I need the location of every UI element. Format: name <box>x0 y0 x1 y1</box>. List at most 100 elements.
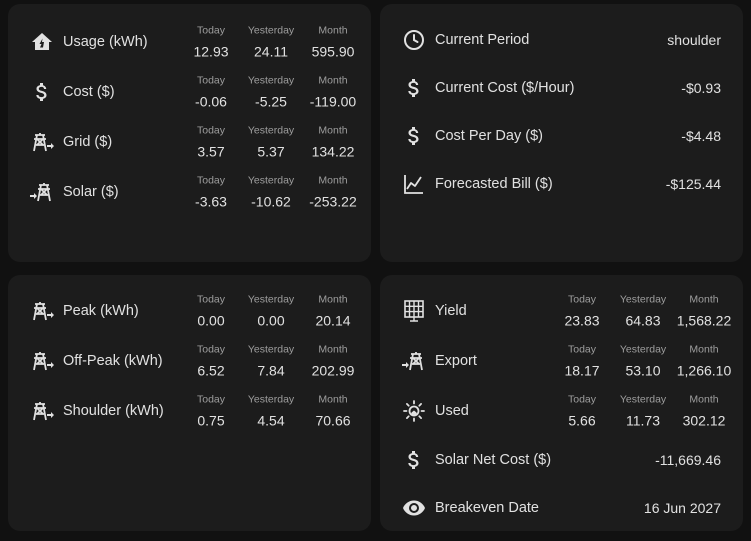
yield-yesterday: 64.83 <box>625 312 661 329</box>
today-header: Today <box>567 293 597 306</box>
usage-label: Usage (kWh) <box>63 34 148 50</box>
usage-yesterday: 24.11 <box>254 43 288 60</box>
grid-yesterday: 5.37 <box>257 143 285 160</box>
yesterday-header: Yesterday <box>247 343 295 356</box>
solar-label: Solar ($) <box>63 184 119 200</box>
forecasted-bill-label: Forecasted Bill ($) <box>435 176 553 192</box>
eye-icon <box>402 496 426 520</box>
breakeven-row[interactable]: Breakeven Date 16 Jun 2027 <box>380 486 743 530</box>
dollar-icon <box>30 80 54 104</box>
shoulder-month: 70.66 <box>315 412 351 429</box>
cost-yesterday: -5.25 <box>255 93 287 110</box>
today-header: Today <box>196 174 226 187</box>
breakeven-value: 16 Jun 2027 <box>643 500 721 516</box>
billing-card: Current Period shoulder Current Cost ($/… <box>380 4 743 262</box>
sun-house-icon <box>402 399 426 423</box>
yesterday-header: Yesterday <box>247 174 295 187</box>
home-lightning-icon <box>30 30 54 54</box>
today-header: Today <box>567 343 597 356</box>
solar-yesterday: -10.62 <box>251 193 291 210</box>
offpeak-yesterday: 7.84 <box>257 362 285 379</box>
usage-today: 12.93 <box>193 43 229 60</box>
solar-net-cost-label: Solar Net Cost ($) <box>435 452 552 468</box>
month-header: Month <box>318 24 348 37</box>
used-row[interactable]: Used Today 5.66 Yesterday 11.73 Month 302.1… <box>380 389 743 433</box>
peak-today: 0.00 <box>197 312 225 329</box>
cost-per-day-value: -$4.48 <box>681 128 721 144</box>
clock-icon <box>402 28 426 52</box>
current-period-row[interactable]: Current Period shoulder <box>380 18 743 62</box>
offpeak-today: 6.52 <box>197 362 225 379</box>
yesterday-header: Yesterday <box>619 293 667 306</box>
offpeak-label: Off-Peak (kWh) <box>63 353 163 369</box>
peak-yesterday: 0.00 <box>257 312 285 329</box>
cost-today: -0.06 <box>195 93 227 110</box>
offpeak-row[interactable]: Off-Peak (kWh) Today 6.52 Yesterday 7.84 M… <box>8 339 371 383</box>
grid-row[interactable]: Grid ($) Today 3.57 Yesterday 5.37 Month 13… <box>8 120 371 164</box>
forecasted-bill-value: -$125.44 <box>665 176 721 192</box>
yesterday-header: Yesterday <box>247 74 295 87</box>
usage-row[interactable]: Usage (kWh) Today 12.93 Yesterday 24.11 Mo… <box>8 20 371 64</box>
export-yesterday: 53.10 <box>625 362 661 379</box>
used-today: 5.66 <box>568 412 596 429</box>
peak-row[interactable]: Peak (kWh) Today 0.00 Yesterday 0.00 Month… <box>8 289 371 333</box>
current-period-value: shoulder <box>667 32 721 48</box>
cost-per-day-row[interactable]: Cost Per Day ($) -$4.48 <box>380 114 743 158</box>
peak-month: 20.14 <box>315 312 351 329</box>
current-cost-value: -$0.93 <box>681 80 721 96</box>
peak-label: Peak (kWh) <box>63 303 139 319</box>
export-row[interactable]: Export Today 18.17 Yesterday 53.10 Month 1,… <box>380 339 743 383</box>
yield-label: Yield <box>435 303 467 319</box>
cost-month: -119.00 <box>309 93 357 110</box>
dollar-icon <box>402 448 426 472</box>
shoulder-yesterday: 4.54 <box>257 412 285 429</box>
grid-month: 134.22 <box>311 143 355 160</box>
yield-row[interactable]: Yield Today 23.83 Yesterday 64.83 Month 1,5… <box>380 289 743 333</box>
month-header: Month <box>318 74 348 87</box>
grid-today: 3.57 <box>197 143 225 160</box>
current-cost-label: Current Cost ($/Hour) <box>435 80 575 96</box>
yesterday-header: Yesterday <box>619 343 667 356</box>
chart-line-icon <box>402 172 426 196</box>
today-header: Today <box>567 393 597 406</box>
shoulder-row[interactable]: Shoulder (kWh) Today 0.75 Yesterday 4.54 M… <box>8 389 371 433</box>
energy-card: Usage (kWh) Today 12.93 Yesterday 24.11 Mo… <box>8 4 371 262</box>
export-month: 1,266.10 <box>676 362 732 379</box>
used-label: Used <box>435 403 469 419</box>
today-header: Today <box>196 24 226 37</box>
solar-card: Yield Today 23.83 Yesterday 64.83 Month 1,5… <box>380 275 743 531</box>
export-label: Export <box>435 353 477 369</box>
solar-net-cost-value: -11,669.46 <box>655 452 721 468</box>
offpeak-month: 202.99 <box>311 362 355 379</box>
current-period-label: Current Period <box>435 32 530 48</box>
today-header: Today <box>196 293 226 306</box>
yesterday-header: Yesterday <box>247 24 295 37</box>
current-cost-row[interactable]: Current Cost ($/Hour) -$0.93 <box>380 66 743 110</box>
cost-per-day-label: Cost Per Day ($) <box>435 128 543 144</box>
month-header: Month <box>689 293 719 306</box>
used-month: 302.12 <box>682 412 726 429</box>
solar-month: -253.22 <box>309 193 357 210</box>
solar-row[interactable]: Solar ($) Today -3.63 Yesterday -10.62 Mon… <box>8 170 371 214</box>
today-header: Today <box>196 393 226 406</box>
dollar-icon <box>402 76 426 100</box>
shoulder-today: 0.75 <box>197 412 225 429</box>
cost-label: Cost ($) <box>63 84 115 100</box>
month-header: Month <box>318 293 348 306</box>
breakeven-label: Breakeven Date <box>435 500 539 516</box>
month-header: Month <box>318 124 348 137</box>
solar-net-cost-row[interactable]: Solar Net Cost ($) -11,669.46 <box>380 438 743 482</box>
cost-row[interactable]: Cost ($) Today -0.06 Yesterday -5.25 Month… <box>8 70 371 114</box>
forecasted-bill-row[interactable]: Forecasted Bill ($) -$125.44 <box>380 162 743 206</box>
solar-today: -3.63 <box>195 193 227 210</box>
grid-label: Grid ($) <box>63 134 113 150</box>
yesterday-header: Yesterday <box>247 124 295 137</box>
yesterday-header: Yesterday <box>619 393 667 406</box>
month-header: Month <box>689 343 719 356</box>
tariff-card: Peak (kWh) Today 0.00 Yesterday 0.00 Month… <box>8 275 371 531</box>
month-header: Month <box>318 393 348 406</box>
transmission-tower-import-icon <box>30 349 54 373</box>
dollar-icon <box>402 124 426 148</box>
shoulder-label: Shoulder (kWh) <box>63 403 164 419</box>
transmission-tower-export-icon <box>402 349 426 373</box>
